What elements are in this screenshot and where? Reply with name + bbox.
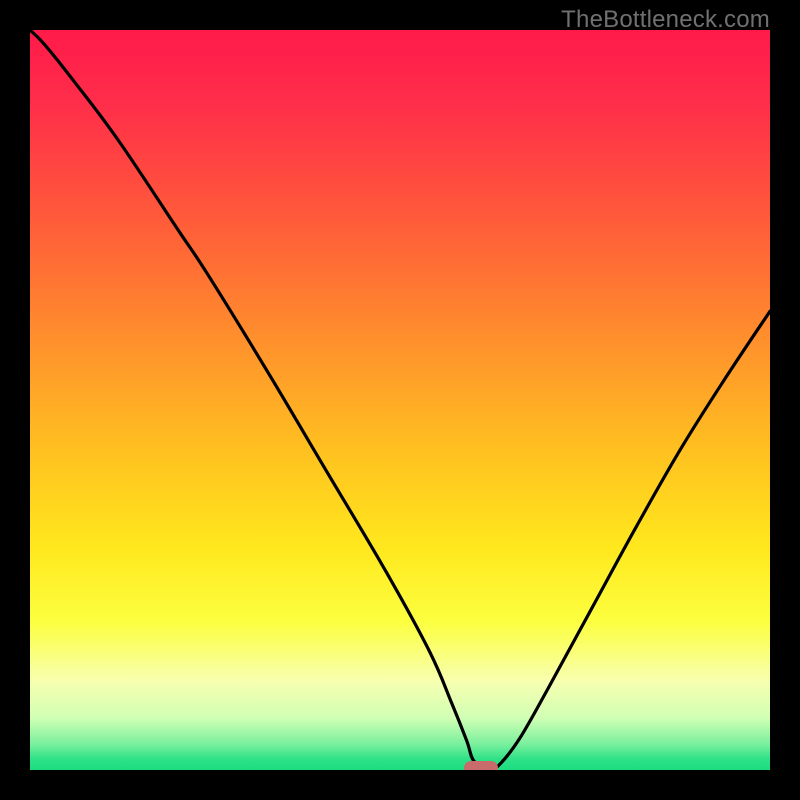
bottleneck-curve [30, 30, 770, 770]
plot-area [30, 30, 770, 770]
watermark-label: TheBottleneck.com [561, 6, 770, 34]
optimal-marker [464, 761, 498, 770]
chart-container: TheBottleneck.com [0, 0, 800, 800]
